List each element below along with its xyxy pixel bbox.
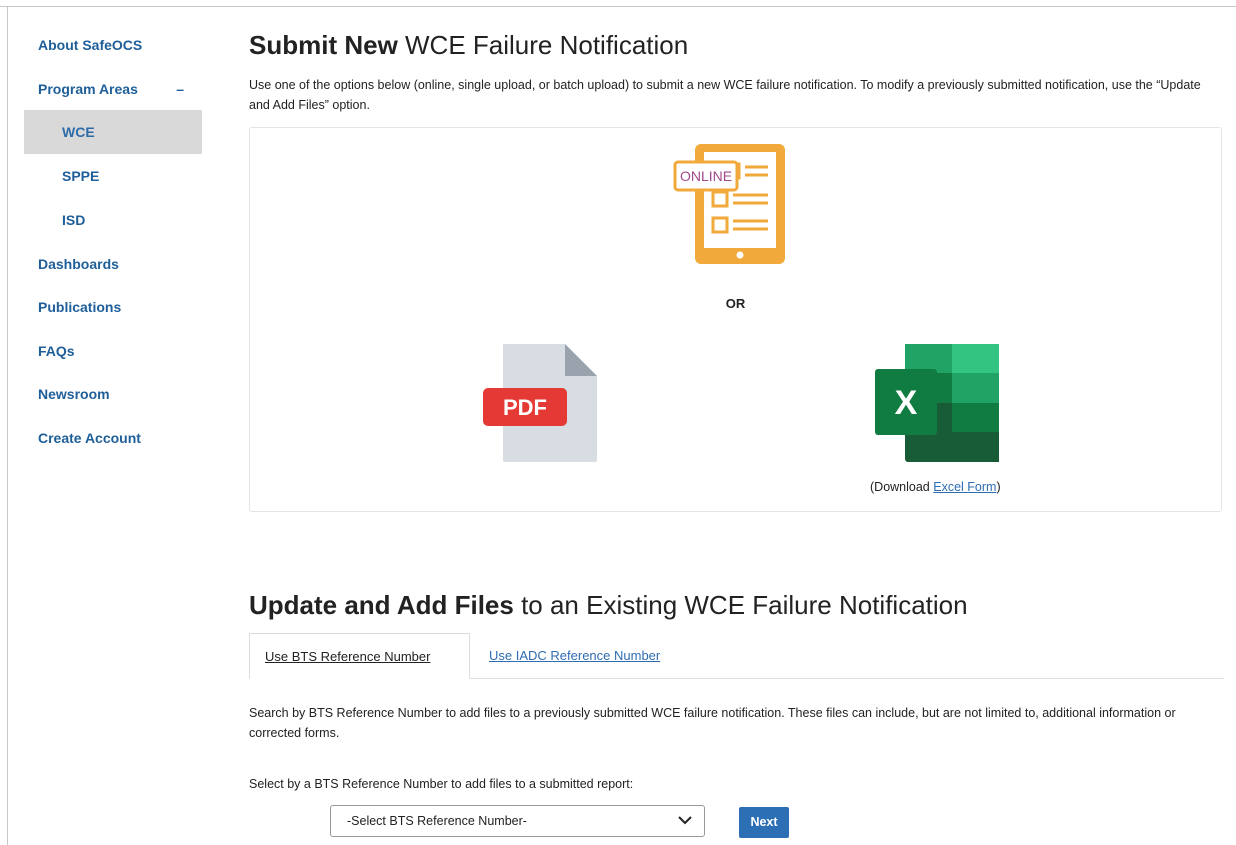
bts-select-value: -Select BTS Reference Number- [347,814,527,828]
reference-tabs: Use BTS Reference Number Use IADC Refere… [249,633,1224,679]
excel-label-text: X [895,384,918,422]
sidebar-item-label: WCE [62,124,95,140]
excel-upload-icon[interactable]: X [873,342,1003,469]
sidebar-item-sppe[interactable]: SPPE [24,154,202,198]
sidebar-item-publications[interactable]: Publications [24,286,202,329]
sidebar-item-label: ISD [62,212,86,228]
online-badge-text: ONLINE [680,168,732,184]
submit-heading-bold: Submit New [249,30,398,60]
sidebar-item-label: Dashboards [38,256,119,272]
update-heading-bold: Update and Add Files [249,590,514,620]
or-separator: OR [725,296,746,311]
chevron-down-icon [678,816,692,825]
excel-form-link[interactable]: Excel Form [933,480,996,494]
sidebar-item-create-account[interactable]: Create Account [24,416,202,460]
sidebar-item-label: FAQs [38,343,75,359]
submit-intro-text: Use one of the options below (online, si… [249,78,1201,112]
sidebar-item-label: SPPE [62,168,100,184]
sidebar-item-label: Create Account [38,430,141,446]
sidebar-item-about-safeocs[interactable]: About SafeOCS [24,30,202,74]
submit-heading-rest: WCE Failure Notification [397,30,689,60]
update-heading: Update and Add Files to an Existing WCE … [249,590,968,621]
bts-search-description: Search by BTS Reference Number to add fi… [249,706,1176,740]
sidebar-item-newsroom[interactable]: Newsroom [24,373,202,416]
download-prefix: (Download [870,480,934,494]
sidebar-item-faqs[interactable]: FAQs [24,329,202,373]
collapse-toggle-icon[interactable]: – [176,74,184,104]
download-suffix: ) [996,480,1001,494]
bts-select-label: Select by a BTS Reference Number to add … [249,777,634,791]
frame-top-border [0,6,1236,7]
frame-left-border [7,6,8,845]
update-heading-rest: to an Existing WCE Failure Notification [513,590,968,620]
sidebar-item-isd[interactable]: ISD [24,198,202,242]
sidebar: About SafeOCS Program Areas – WCE SPPE IS… [24,30,202,460]
tab-bts-reference[interactable]: Use BTS Reference Number [249,633,470,679]
submit-heading: Submit New WCE Failure Notification [249,30,688,61]
sidebar-item-label: Newsroom [38,386,110,402]
submission-options-panel: ONLINE OR PDF X (Download Excel Form) [249,127,1222,512]
sidebar-item-dashboards[interactable]: Dashboards [24,242,202,286]
tab-iadc-reference[interactable]: Use IADC Reference Number [474,633,675,677]
sidebar-item-label: Program Areas [38,81,138,97]
online-form-icon[interactable]: ONLINE [673,142,787,271]
next-button[interactable]: Next [739,807,789,838]
pdf-upload-icon[interactable]: PDF [481,342,601,469]
sidebar-item-label: About SafeOCS [38,37,143,53]
pdf-label-text: PDF [503,395,547,420]
bts-reference-select[interactable]: -Select BTS Reference Number- [330,805,705,837]
sidebar-item-wce[interactable]: WCE [24,110,202,154]
download-note: (Download Excel Form) [870,480,1001,494]
sidebar-item-label: Publications [38,299,122,315]
